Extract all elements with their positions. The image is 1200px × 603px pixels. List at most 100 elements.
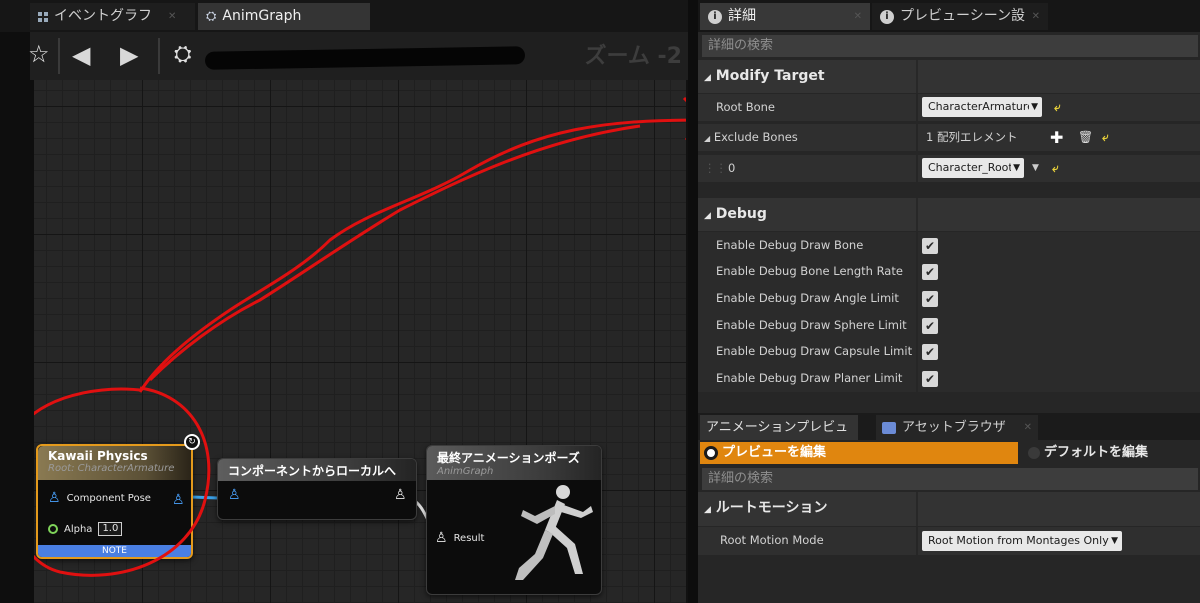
column-divider	[916, 155, 918, 182]
row-exclude-bone-0: ⋮⋮ 0 Character_Root ▼ ▼ ⤶	[698, 155, 1200, 182]
tab-event-graph-label: イベントグラフ	[54, 8, 152, 24]
tab-event-graph[interactable]: イベントグラフ ✕	[30, 3, 195, 30]
close-icon[interactable]: ✕	[854, 3, 862, 30]
close-icon[interactable]: ✕	[1032, 3, 1040, 30]
tab-details[interactable]: i 詳細 ✕	[700, 3, 870, 30]
debug-label: Enable Debug Draw Sphere Limit	[716, 318, 907, 332]
row-debug-angle-limit: Enable Debug Draw Angle Limit ✔	[698, 285, 1200, 312]
tab-anim-graph-label: AnimGraph	[222, 8, 302, 24]
tab-anim-graph[interactable]: ⛭ AnimGraph	[198, 3, 370, 30]
collapse-arrow-icon: ◢	[704, 134, 711, 143]
info-icon: i	[880, 9, 894, 24]
root-motion-mode-dropdown[interactable]: Root Motion from Montages Only ▼	[922, 531, 1122, 551]
debug-label: Enable Debug Bone Length Rate	[716, 264, 903, 278]
graph-editor-panel: イベントグラフ ✕ ⛭ AnimGraph ☆ ◀ ▶ ⛭ ズーム -2 Kaw…	[0, 0, 688, 603]
details-tab-bar: i 詳細 ✕ i プレビューシーン設 ✕	[698, 0, 1200, 32]
tab-preview-scene-label: プレビューシーン設	[900, 8, 1026, 24]
panel-divider[interactable]	[688, 0, 698, 603]
tab-asset-browser-label: アセットブラウザ	[902, 420, 1006, 435]
row-debug-draw-bone: Enable Debug Draw Bone ✔	[698, 232, 1200, 259]
column-divider	[916, 365, 918, 392]
star-icon[interactable]: ☆	[28, 40, 50, 68]
tab-preview-scene[interactable]: i プレビューシーン設 ✕	[872, 3, 1048, 30]
exclude-bones-label: Exclude Bones	[713, 130, 798, 144]
debug-checkbox[interactable]: ✔	[922, 318, 938, 334]
column-divider	[916, 285, 918, 312]
root-bone-value: CharacterArmature	[928, 100, 1034, 113]
graph-canvas[interactable]: Kawaii Physics Root: CharacterArmature ♙…	[34, 80, 686, 603]
close-icon[interactable]: ✕	[1024, 415, 1032, 440]
root-bone-label: Root Bone	[716, 100, 775, 114]
asset-browser-icon	[882, 421, 896, 434]
section-debug[interactable]: ◢ Debug	[698, 198, 1200, 231]
chevron-down-icon: ▼	[1029, 97, 1038, 117]
chevron-down-icon: ▼	[1011, 158, 1020, 178]
tab-animation-preview[interactable]: アニメーションプレビュ	[700, 415, 858, 440]
root-bone-dropdown[interactable]: CharacterArmature ▼	[922, 97, 1042, 117]
column-divider	[916, 527, 918, 555]
collapse-arrow-icon: ◢	[704, 211, 711, 221]
row-debug-sphere-limit: Enable Debug Draw Sphere Limit ✔	[698, 312, 1200, 339]
section-title: ルートモーション	[715, 500, 828, 516]
edit-preview-radio[interactable]: プレビューを編集	[700, 442, 1018, 464]
reset-icon[interactable]: ⤶	[1052, 155, 1059, 182]
info-icon: i	[708, 9, 722, 24]
debug-checkbox[interactable]: ✔	[922, 291, 938, 307]
debug-label: Enable Debug Draw Planer Limit	[716, 371, 903, 385]
column-divider	[916, 60, 918, 93]
tab-animation-preview-label: アニメーションプレビュ	[706, 420, 849, 435]
zoom-label: ズーム -2	[584, 44, 682, 69]
debug-checkbox[interactable]: ✔	[922, 238, 938, 254]
reset-icon[interactable]: ⤶	[1102, 124, 1109, 151]
preview-search-input[interactable]: 詳細の検索	[702, 468, 1198, 490]
trash-icon[interactable]: 🗑	[1078, 124, 1093, 151]
edit-default-radio[interactable]: デフォルトを編集	[1024, 442, 1200, 464]
radio-selected-icon	[704, 446, 718, 460]
debug-checkbox[interactable]: ✔	[922, 371, 938, 387]
graph-tab-bar: イベントグラフ ✕ ⛭ AnimGraph	[0, 0, 688, 32]
chevron-down-icon: ▼	[1109, 531, 1118, 551]
radio-unselected-icon	[1028, 447, 1040, 459]
add-icon[interactable]: ✚	[1050, 124, 1063, 151]
reset-icon[interactable]: ⤶	[1054, 94, 1061, 121]
exclude-bone-0-dropdown[interactable]: Character_Root ▼	[922, 158, 1024, 178]
exclude-bone-0-value: Character_Root	[928, 161, 1013, 174]
empty-area	[698, 555, 1200, 603]
collapse-arrow-icon: ◢	[704, 505, 711, 515]
tab-details-label: 詳細	[728, 8, 756, 24]
edit-mode-bar: プレビューを編集 デフォルトを編集	[698, 442, 1200, 464]
tab-asset-browser[interactable]: アセットブラウザ ✕	[876, 415, 1038, 440]
preview-tab-bar: アニメーションプレビュ アセットブラウザ ✕	[698, 413, 1200, 440]
toolbar-separator	[58, 38, 60, 74]
section-modify-target[interactable]: ◢ Modify Target	[698, 60, 1200, 93]
chevron-down-icon[interactable]: ▼	[1032, 155, 1039, 182]
debug-checkbox[interactable]: ✔	[922, 264, 938, 280]
section-root-motion[interactable]: ◢ ルートモーション	[698, 492, 1200, 526]
close-icon[interactable]: ✕	[168, 3, 176, 30]
details-panel: i 詳細 ✕ i プレビューシーン設 ✕ 詳細の検索 ◢ Modify Targ…	[698, 0, 1200, 603]
collapse-arrow-icon: ◢	[704, 73, 711, 83]
section-title: Debug	[715, 206, 767, 222]
exclude-bones-count: 1 配列エレメント	[926, 130, 1018, 144]
exclude-bones-label-wrap[interactable]: ◢ Exclude Bones	[704, 124, 798, 152]
back-arrow-icon[interactable]: ◀	[72, 41, 90, 69]
edit-default-label: デフォルトを編集	[1044, 445, 1149, 460]
left-strip	[0, 32, 34, 603]
graph-toolbar: ☆ ◀ ▶ ⛭ ズーム -2	[28, 32, 688, 80]
drag-handle-icon[interactable]: ⋮⋮	[704, 155, 727, 182]
edit-preview-label: プレビューを編集	[722, 445, 827, 460]
debug-label: Enable Debug Draw Capsule Limit	[716, 344, 913, 358]
column-divider	[916, 258, 918, 285]
details-search-input[interactable]: 詳細の検索	[702, 35, 1198, 57]
forward-arrow-icon[interactable]: ▶	[120, 41, 138, 69]
row-root-bone: Root Bone CharacterArmature ▼ ⤶	[698, 94, 1200, 121]
root-motion-mode-value: Root Motion from Montages Only	[928, 534, 1109, 547]
row-root-motion-mode: Root Motion Mode Root Motion from Montag…	[698, 527, 1200, 555]
debug-checkbox[interactable]: ✔	[922, 344, 938, 360]
column-divider	[916, 312, 918, 339]
root-motion-mode-label: Root Motion Mode	[720, 533, 824, 547]
row-exclude-bones: ◢ Exclude Bones 1 配列エレメント ✚ 🗑 ⤶	[698, 124, 1200, 151]
column-divider	[916, 124, 918, 151]
skeleton-icon[interactable]: ⛭	[174, 42, 192, 67]
section-title: Modify Target	[715, 68, 825, 84]
